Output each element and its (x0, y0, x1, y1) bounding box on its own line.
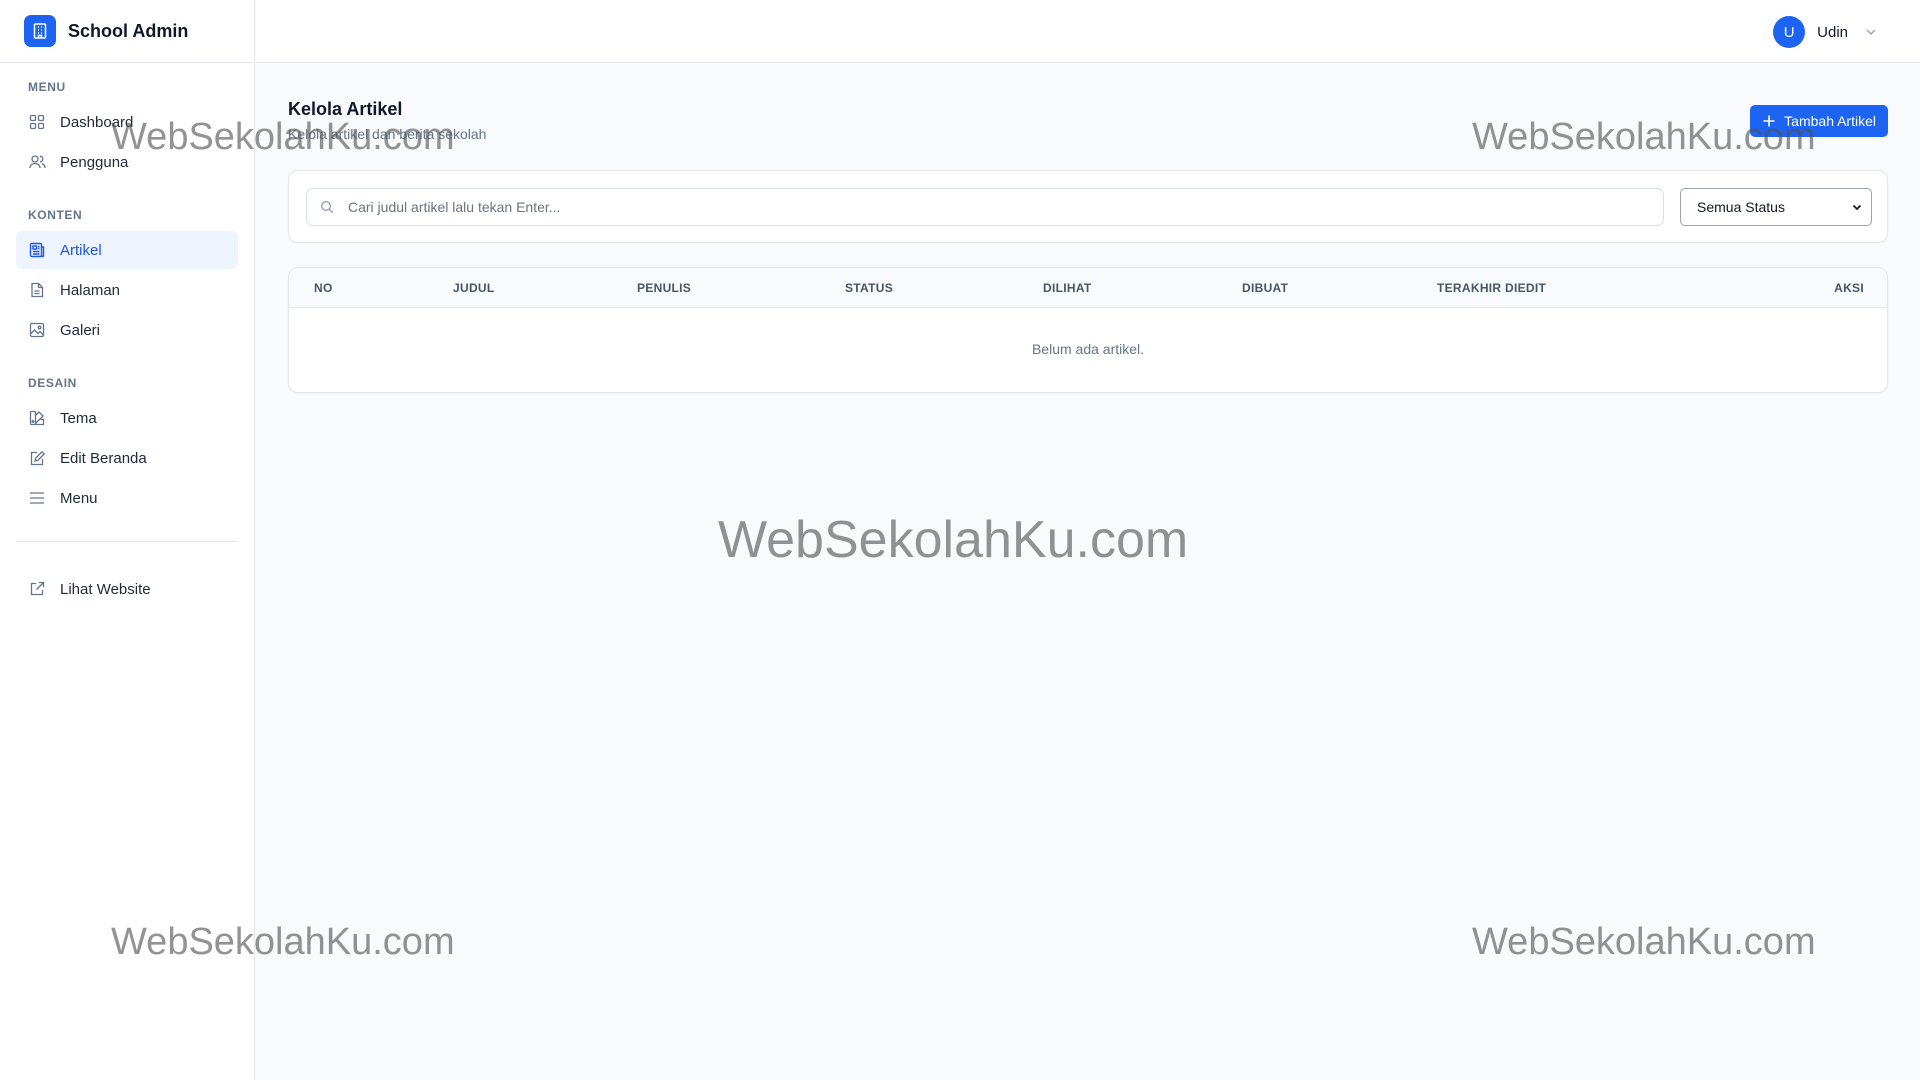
column-header-terakhir-diedit: TERAKHIR DIEDIT (1437, 281, 1547, 295)
section-label-menu: MENU (28, 80, 66, 94)
grid-icon (28, 113, 46, 131)
page-title: Kelola Artikel (288, 99, 403, 119)
sidebar-item-label: Dashboard (60, 113, 134, 131)
sidebar-item-label: Galeri (60, 321, 101, 339)
column-header-penulis: PENULIS (637, 281, 692, 295)
articles-table: NO JUDUL PENULIS STATUS DILIHAT DIBUAT T… (288, 267, 1888, 393)
user-menu[interactable]: U Udin (1773, 16, 1878, 48)
empty-state-message: Belum ada artikel. (1031, 341, 1145, 357)
status-filter-select[interactable]: Semua Status (1680, 188, 1872, 226)
avatar: U (1773, 16, 1806, 48)
menu-icon (28, 489, 46, 507)
sidebar-item-galeri[interactable]: Galeri (16, 311, 238, 349)
search-box (306, 188, 1664, 226)
users-icon (28, 153, 46, 171)
sidebar-item-tema[interactable]: Tema (16, 399, 238, 437)
sidebar-item-label: Artikel (60, 241, 102, 259)
plus-icon (1762, 114, 1776, 128)
external-link-icon (28, 580, 46, 598)
table-header: NO JUDUL PENULIS STATUS DILIHAT DIBUAT T… (289, 268, 1887, 308)
sidebar-item-label: Halaman (60, 281, 121, 299)
sidebar-item-label: Lihat Website (60, 580, 151, 598)
sidebar-item-label: Tema (60, 409, 97, 427)
sidebar-item-label: Menu (60, 489, 98, 507)
column-header-dibuat: DIBUAT (1242, 281, 1289, 295)
search-icon (320, 199, 336, 215)
brand[interactable]: School Admin (0, 0, 254, 63)
sidebar-item-halaman[interactable]: Halaman (16, 271, 238, 309)
section-label-konten: KONTEN (28, 208, 83, 222)
section-label-desain: DESAIN (28, 376, 77, 390)
search-input[interactable] (348, 199, 1648, 215)
add-article-button[interactable]: Tambah Artikel (1750, 105, 1888, 137)
palette-icon (28, 409, 46, 427)
sidebar-item-lihat-website[interactable]: Lihat Website (16, 570, 238, 608)
newspaper-icon (28, 241, 46, 259)
column-header-dilihat: DILIHAT (1043, 281, 1092, 295)
select-arrow-icon (1852, 204, 1862, 211)
column-header-aksi: AKSI (1834, 281, 1864, 295)
column-header-status: STATUS (845, 281, 894, 295)
filter-card: Semua Status (288, 170, 1888, 243)
user-name: Udin (1817, 23, 1848, 41)
column-header-no: NO (314, 281, 333, 295)
page-subtitle: Kelola artikel dan berita sekolah (288, 126, 487, 142)
sidebar: School Admin MENU Dashboard Pengguna KON… (0, 0, 255, 1080)
watermark-text: WebSekolahKu.com (1472, 921, 1816, 963)
image-icon (28, 321, 46, 339)
brand-name: School Admin (68, 20, 189, 41)
sidebar-divider (16, 541, 238, 542)
add-article-label: Tambah Artikel (1784, 113, 1876, 129)
topbar: U Udin (256, 0, 1920, 63)
sidebar-item-dashboard[interactable]: Dashboard (16, 103, 238, 141)
file-icon (28, 281, 46, 299)
sidebar-item-menu[interactable]: Menu (16, 479, 238, 517)
status-filter-value: Semua Status (1697, 199, 1785, 215)
watermark-text: WebSekolahKu.com (718, 511, 1189, 569)
sidebar-item-label: Edit Beranda (60, 449, 147, 467)
sidebar-item-edit-beranda[interactable]: Edit Beranda (16, 439, 238, 477)
sidebar-item-pengguna[interactable]: Pengguna (16, 143, 238, 181)
sidebar-item-artikel[interactable]: Artikel (16, 231, 238, 269)
school-building-icon (24, 15, 56, 47)
sidebar-item-label: Pengguna (60, 153, 129, 171)
column-header-judul: JUDUL (453, 281, 495, 295)
edit-icon (28, 449, 46, 467)
chevron-down-icon (1864, 25, 1878, 39)
sidebar-nav: MENU Dashboard Pengguna KONTEN Artikel H… (0, 63, 254, 608)
